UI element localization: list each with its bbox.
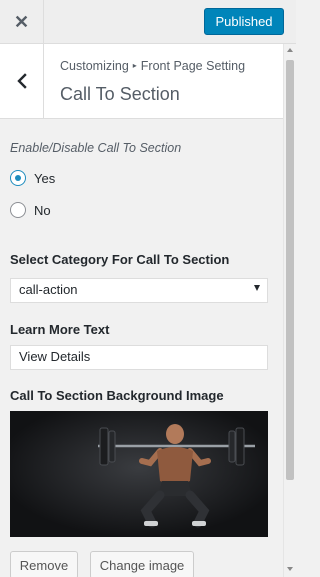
learn-more-input[interactable]: View Details xyxy=(10,345,268,370)
radio-yes-label: Yes xyxy=(34,170,56,186)
learn-more-input-value: View Details xyxy=(19,349,91,364)
remove-image-button[interactable]: Remove xyxy=(10,551,78,577)
breadcrumb-separator-icon: ▸ xyxy=(132,61,137,70)
weightlifter-image xyxy=(10,411,268,537)
radio-option-no[interactable]: No xyxy=(10,202,51,218)
breadcrumb-root: Customizing xyxy=(60,59,129,73)
category-select-title: Select Category For Call To Section xyxy=(10,252,230,267)
scrollbar-thumb[interactable] xyxy=(286,60,294,480)
enable-toggle-title: Enable/Disable Call To Section xyxy=(10,141,182,155)
breadcrumb-parent: Front Page Setting xyxy=(140,59,246,73)
scroll-up-icon[interactable] xyxy=(287,48,293,52)
radio-no-indicator[interactable] xyxy=(10,202,26,218)
scrollbar[interactable] xyxy=(283,44,296,577)
bg-image-preview xyxy=(10,411,268,537)
section-header: Customizing ▸ Front Page Setting Call To S… xyxy=(0,44,283,119)
category-select[interactable]: call-action xyxy=(10,278,268,303)
chevron-left-icon xyxy=(16,73,27,89)
scroll-down-icon[interactable] xyxy=(287,567,293,571)
close-icon: ✕ xyxy=(13,11,30,32)
change-image-button[interactable]: Change image xyxy=(90,551,194,577)
close-customizer-button[interactable]: ✕ xyxy=(0,0,44,44)
customizer-topbar: ✕ Published xyxy=(0,0,296,44)
bg-image-title: Call To Section Background Image xyxy=(10,388,224,403)
page-title: Call To Section xyxy=(60,84,180,104)
back-button[interactable] xyxy=(0,44,44,118)
learn-more-title: Learn More Text xyxy=(10,322,110,337)
controls-panel: Enable/Disable Call To Section Yes No Se… xyxy=(0,120,283,577)
radio-no-label: No xyxy=(34,202,51,218)
publish-button[interactable]: Published xyxy=(204,8,284,35)
breadcrumb: Customizing ▸ Front Page Setting xyxy=(60,59,245,73)
category-select-value: call-action xyxy=(19,282,78,297)
radio-yes-indicator[interactable] xyxy=(10,170,26,186)
radio-option-yes[interactable]: Yes xyxy=(10,170,55,186)
dropdown-arrow-icon xyxy=(254,285,260,291)
